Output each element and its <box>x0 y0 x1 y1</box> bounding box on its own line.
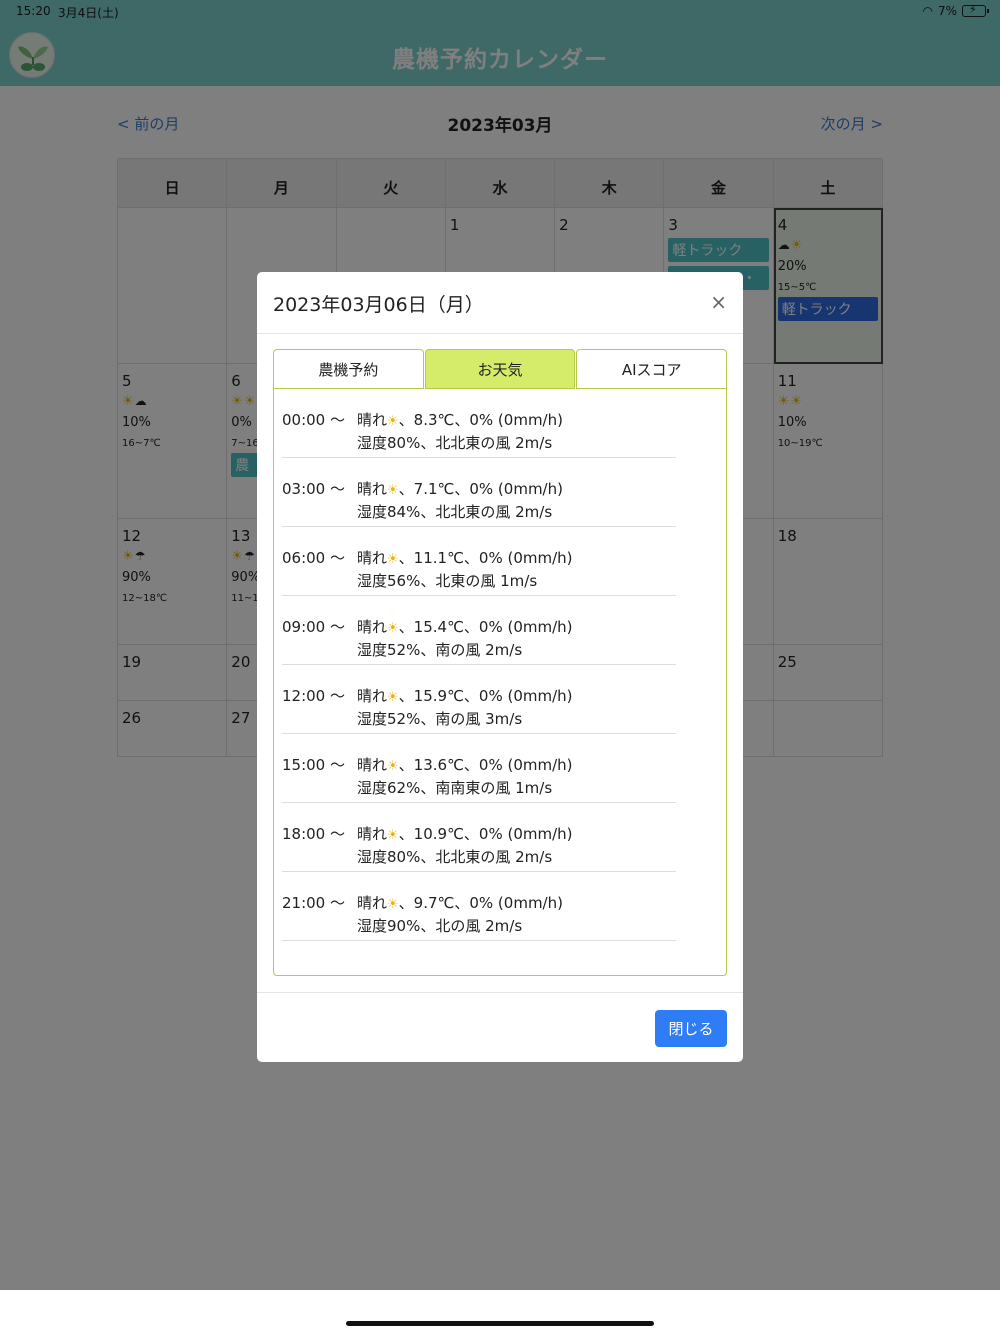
tab-weather[interactable]: お天気 <box>424 349 576 389</box>
weather-detail: 湿度56%、北東の風 1m/s <box>357 572 538 590</box>
weather-summary: 晴れ☀、15.4℃、0% (0mm/h) <box>357 618 573 636</box>
weather-time: 03:00 〜 <box>282 480 345 498</box>
close-button[interactable]: 閉じる <box>655 1010 727 1047</box>
sun-icon: ☀ <box>387 690 399 705</box>
modal-title: 2023年03月06日（月） <box>273 294 484 316</box>
sun-icon: ☀ <box>387 759 399 774</box>
weather-detail: 湿度62%、南南東の風 1m/s <box>357 779 553 797</box>
weather-detail: 湿度90%、北の風 2m/s <box>357 917 523 935</box>
weather-row: 06:00 〜 晴れ☀、11.1℃、0% (0mm/h) 湿度56%、北東の風 … <box>282 527 676 596</box>
weather-row: 21:00 〜 晴れ☀、9.7℃、0% (0mm/h) 湿度90%、北の風 2m… <box>282 872 676 941</box>
home-indicator-area <box>0 1290 1000 1334</box>
weather-time: 21:00 〜 <box>282 894 345 912</box>
tab-reservation[interactable]: 農機予約 <box>273 349 424 389</box>
sun-icon: ☀ <box>387 828 399 843</box>
weather-row: 00:00 〜 晴れ☀、8.3℃、0% (0mm/h) 湿度80%、北北東の風 … <box>282 389 676 458</box>
weather-row: 09:00 〜 晴れ☀、15.4℃、0% (0mm/h) 湿度52%、南の風 2… <box>282 596 676 665</box>
weather-row: 18:00 〜 晴れ☀、10.9℃、0% (0mm/h) 湿度80%、北北東の風… <box>282 803 676 872</box>
weather-row: 15:00 〜 晴れ☀、13.6℃、0% (0mm/h) 湿度62%、南南東の風… <box>282 734 676 803</box>
weather-summary: 晴れ☀、9.7℃、0% (0mm/h) <box>357 894 563 912</box>
sun-icon: ☀ <box>387 483 399 498</box>
day-detail-modal: 2023年03月06日（月） × 農機予約 お天気 AIスコア 00:00 〜 … <box>257 272 743 1062</box>
weather-detail: 湿度80%、北北東の風 2m/s <box>357 848 553 866</box>
weather-summary: 晴れ☀、10.9℃、0% (0mm/h) <box>357 825 573 843</box>
close-icon[interactable]: × <box>710 290 727 314</box>
modal-header: 2023年03月06日（月） × <box>257 272 743 334</box>
weather-summary: 晴れ☀、13.6℃、0% (0mm/h) <box>357 756 573 774</box>
weather-summary: 晴れ☀、11.1℃、0% (0mm/h) <box>357 549 573 567</box>
weather-row: 12:00 〜 晴れ☀、15.9℃、0% (0mm/h) 湿度52%、南の風 3… <box>282 665 676 734</box>
home-indicator[interactable] <box>346 1321 654 1326</box>
weather-time: 09:00 〜 <box>282 618 345 636</box>
weather-panel: 00:00 〜 晴れ☀、8.3℃、0% (0mm/h) 湿度80%、北北東の風 … <box>273 389 727 976</box>
weather-detail: 湿度84%、北北東の風 2m/s <box>357 503 553 521</box>
weather-time: 15:00 〜 <box>282 756 345 774</box>
sun-icon: ☀ <box>387 552 399 567</box>
sun-icon: ☀ <box>387 414 399 429</box>
sun-icon: ☀ <box>387 621 399 636</box>
weather-time: 18:00 〜 <box>282 825 345 843</box>
weather-detail: 湿度52%、南の風 2m/s <box>357 641 523 659</box>
weather-time: 12:00 〜 <box>282 687 345 705</box>
modal-footer: 閉じる <box>257 992 743 1062</box>
tab-ai-score[interactable]: AIスコア <box>576 349 728 389</box>
weather-summary: 晴れ☀、7.1℃、0% (0mm/h) <box>357 480 563 498</box>
modal-tabs: 農機予約 お天気 AIスコア <box>273 349 728 389</box>
weather-time: 00:00 〜 <box>282 411 345 429</box>
weather-detail: 湿度52%、南の風 3m/s <box>357 710 523 728</box>
weather-detail: 湿度80%、北北東の風 2m/s <box>357 434 553 452</box>
weather-summary: 晴れ☀、15.9℃、0% (0mm/h) <box>357 687 573 705</box>
weather-summary: 晴れ☀、8.3℃、0% (0mm/h) <box>357 411 563 429</box>
weather-row: 03:00 〜 晴れ☀、7.1℃、0% (0mm/h) 湿度84%、北北東の風 … <box>282 458 676 527</box>
sun-icon: ☀ <box>387 897 399 912</box>
weather-time: 06:00 〜 <box>282 549 345 567</box>
